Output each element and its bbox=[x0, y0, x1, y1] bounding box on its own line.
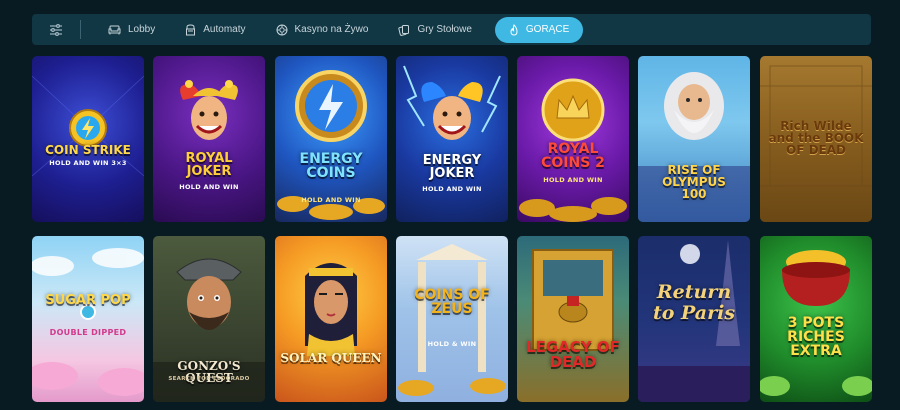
tab-lobby[interactable]: Lobby bbox=[95, 17, 168, 43]
game-title: Rich Wilde and the BOOK OF DEAD bbox=[768, 119, 864, 157]
sliders-icon bbox=[50, 23, 62, 36]
game-tile-sugar-pop[interactable]: SUGAR POP DOUBLE DIPPED bbox=[32, 236, 144, 402]
slot-machine-icon bbox=[186, 23, 196, 35]
game-title: COINS OF ZEUS bbox=[414, 287, 490, 317]
game-tile-rise-of-olympus-100[interactable]: RISE OF OLYMPUS 100 bbox=[638, 56, 750, 222]
joker-face-icon bbox=[180, 80, 238, 140]
filter-button[interactable] bbox=[32, 14, 80, 45]
game-title: 3 POTS RICHES EXTRA bbox=[787, 315, 845, 359]
game-subtitle: HOLD AND WIN bbox=[301, 196, 361, 204]
game-tile-energy-coins[interactable]: ENERGY COINS HOLD AND WIN bbox=[275, 56, 387, 222]
game-tile-royal-joker[interactable]: ROYAL JOKER HOLD AND WIN bbox=[153, 56, 265, 222]
game-subtitle: HOLD AND WIN 3×3 bbox=[49, 159, 127, 167]
tab-label: Lobby bbox=[128, 24, 156, 35]
game-title: RISE OF OLYMPUS 100 bbox=[662, 163, 726, 201]
game-subtitle: DOUBLE DIPPED bbox=[49, 328, 127, 337]
tab-gorace[interactable]: GORĄCE bbox=[494, 16, 584, 43]
game-tile-return-to-paris[interactable]: Return to Paris bbox=[638, 236, 750, 402]
game-title: COIN STRIKE bbox=[45, 143, 131, 157]
game-tile-coin-strike[interactable]: COIN STRIKE HOLD AND WIN 3×3 bbox=[32, 56, 144, 222]
game-title: ROYAL JOKER bbox=[185, 151, 233, 179]
nav-divider bbox=[80, 20, 81, 39]
flame-icon bbox=[510, 23, 518, 36]
game-subtitle: HOLD AND WIN bbox=[179, 183, 239, 191]
tab-kasyno-na-zywo[interactable]: Kasyno na Żywo bbox=[263, 17, 382, 43]
egyptian-queen-icon bbox=[305, 263, 357, 356]
game-tile-book-of-dead[interactable]: Rich Wilde and the BOOK OF DEAD bbox=[760, 56, 872, 222]
game-title: Return to Paris bbox=[652, 281, 736, 324]
tab-label: Automaty bbox=[203, 24, 246, 35]
category-nav-bar: Lobby Automaty Kasyno na Żywo Gry Stołow… bbox=[32, 14, 871, 45]
game-tile-energy-joker[interactable]: ENERGY JOKER HOLD AND WIN bbox=[396, 56, 508, 222]
joker-face-icon bbox=[403, 65, 501, 140]
candy-icon bbox=[32, 248, 144, 396]
roulette-chip-icon bbox=[276, 24, 287, 35]
game-tile-legacy-of-dead[interactable]: LEGACY OF DEAD bbox=[517, 236, 629, 402]
greek-temple-icon bbox=[398, 244, 506, 396]
game-subtitle: HOLD & WIN bbox=[427, 340, 477, 348]
tab-automaty[interactable]: Automaty bbox=[172, 17, 258, 43]
game-title: ENERGY COINS bbox=[299, 151, 363, 181]
game-tile-3-pots-riches-extra[interactable]: 3 POTS RICHES EXTRA bbox=[760, 236, 872, 402]
game-tile-gonzos-quest[interactable]: GONZO'S QUEST SEARCH FOR ELDORADO bbox=[153, 236, 265, 402]
game-tile-coins-of-zeus[interactable]: COINS OF ZEUS HOLD & WIN bbox=[396, 236, 508, 402]
game-subtitle: HOLD AND WIN bbox=[422, 185, 482, 193]
tab-label: Kasyno na Żywo bbox=[294, 24, 369, 35]
game-title: ENERGY JOKER bbox=[422, 153, 482, 181]
game-title: ROYAL COINS 2 bbox=[541, 141, 605, 171]
game-tile-royal-coins-2[interactable]: ROYAL COINS 2 HOLD AND WIN bbox=[517, 56, 629, 222]
lightning-coin-icon bbox=[32, 75, 144, 177]
game-title: LEGACY OF DEAD bbox=[526, 338, 620, 371]
game-subtitle: HOLD AND WIN bbox=[543, 176, 603, 184]
game-subtitle: SEARCH FOR ELDORADO bbox=[168, 376, 250, 382]
tab-gry-stolowe[interactable]: Gry Stołowe bbox=[385, 17, 484, 43]
tab-label: GORĄCE bbox=[525, 24, 570, 35]
game-title: SUGAR POP bbox=[45, 293, 131, 308]
playing-cards-icon bbox=[398, 24, 410, 36]
gold-crown-coin-icon bbox=[519, 78, 627, 222]
game-tile-solar-queen[interactable]: SOLAR QUEEN bbox=[275, 236, 387, 402]
tab-label: Gry Stołowe bbox=[417, 24, 472, 35]
sofa-icon bbox=[108, 25, 121, 34]
golden-shrine-icon bbox=[532, 249, 614, 351]
game-title: SOLAR QUEEN bbox=[280, 351, 382, 365]
